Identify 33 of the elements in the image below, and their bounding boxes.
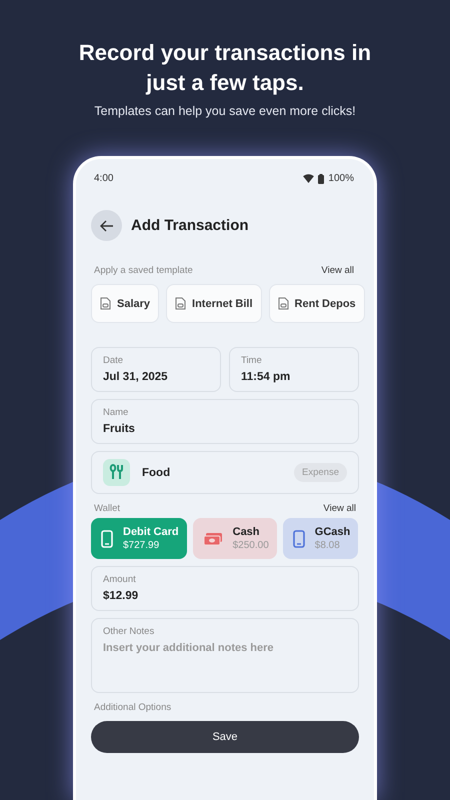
- document-icon: [100, 297, 111, 310]
- type-badge: Expense: [294, 463, 347, 482]
- view-all-link[interactable]: View all: [323, 503, 356, 514]
- amount-field[interactable]: Amount $12.99: [91, 566, 359, 611]
- date-field[interactable]: Date Jul 31, 2025: [91, 347, 221, 392]
- wallet-card[interactable]: Cash $250.00: [192, 518, 277, 559]
- back-button[interactable]: [91, 210, 122, 241]
- template-chip[interactable]: Rent Depos: [268, 284, 365, 323]
- subtitle: Templates can help you save even more clicks!: [93, 104, 357, 118]
- phone-icon: [101, 530, 113, 548]
- time-field[interactable]: Time 11:54 pm: [229, 347, 359, 392]
- wallet-card[interactable]: GCash $8.08: [282, 518, 358, 559]
- battery-level: 100%: [328, 173, 354, 184]
- battery-icon: [318, 174, 324, 184]
- category-field[interactable]: Food Expense: [91, 451, 359, 494]
- section-label: Wallet: [94, 503, 120, 514]
- headline: Record your transactions in just a few taps.: [78, 39, 372, 97]
- section-label: Additional Options: [94, 702, 172, 713]
- document-icon: [175, 297, 186, 310]
- back-arrow-icon: [100, 220, 114, 232]
- utensils-icon: [103, 459, 130, 486]
- banknote-icon: [202, 532, 223, 546]
- save-button[interactable]: Save: [91, 721, 359, 753]
- phone-icon: [292, 530, 305, 548]
- name-field[interactable]: Name Fruits: [91, 399, 359, 444]
- document-icon: [278, 297, 289, 310]
- wifi-icon: [303, 174, 314, 183]
- screen-title: Add Transaction: [131, 217, 249, 234]
- template-chip[interactable]: Salary: [91, 284, 160, 323]
- status-time: 4:00: [94, 173, 114, 184]
- section-label: Apply a saved template: [94, 265, 193, 276]
- view-all-link[interactable]: View all: [321, 265, 354, 276]
- template-chip[interactable]: Internet Bill: [166, 284, 262, 323]
